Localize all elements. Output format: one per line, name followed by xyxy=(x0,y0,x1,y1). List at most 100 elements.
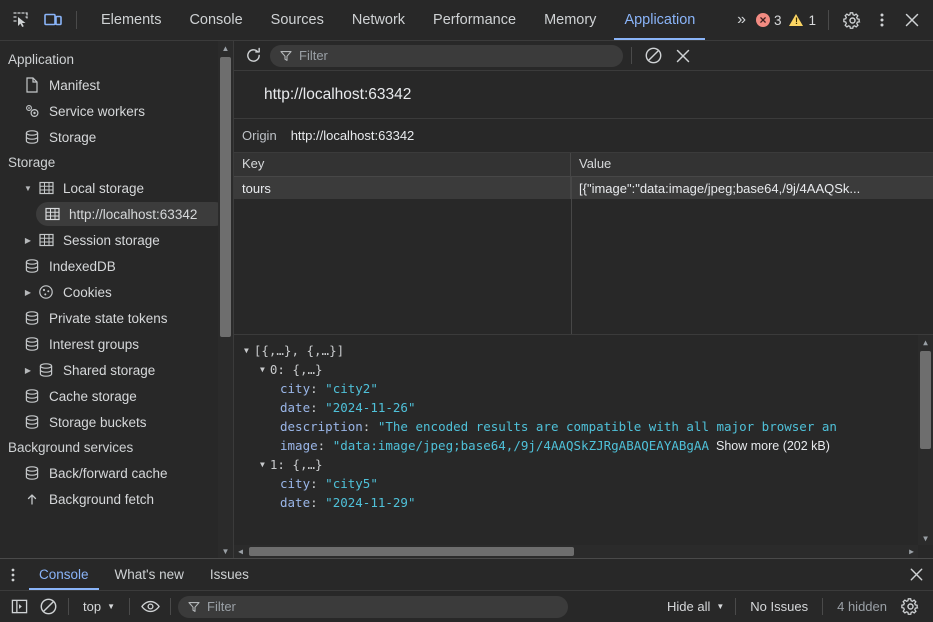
toolbar-left-icons xyxy=(0,0,87,40)
toggle-device-toolbar-button[interactable] xyxy=(38,6,68,34)
sidebar-item-label: Cache storage xyxy=(49,388,137,404)
sidebar-scrollbar[interactable]: ▲ ▼ xyxy=(218,41,233,558)
log-levels-selector[interactable]: Hide all ▼ xyxy=(660,597,731,616)
console-settings-button[interactable] xyxy=(897,595,923,619)
chevron-right-icon[interactable]: ▶ xyxy=(22,234,34,246)
json-property-date[interactable]: date : "2024-11-26" xyxy=(234,398,933,417)
table-row[interactable]: tours [{"image":"data:image/jpeg;base64,… xyxy=(234,177,933,199)
sidebar-item-indexeddb[interactable]: IndexedDB xyxy=(0,253,233,279)
live-expression-button[interactable] xyxy=(137,595,163,619)
error-count-badge[interactable]: × 3 xyxy=(752,13,786,28)
sidebar-item-local-storage[interactable]: ▼ Local storage xyxy=(0,175,233,201)
chevron-down-icon[interactable]: ▼ xyxy=(244,346,249,355)
warning-count-badge[interactable]: 1 xyxy=(785,13,820,28)
json-property-date-2[interactable]: date : "2024-11-29" xyxy=(234,493,933,512)
scroll-up-arrow-icon[interactable]: ▲ xyxy=(218,41,233,55)
inspect-element-button[interactable] xyxy=(6,6,36,34)
drawer-close-button[interactable] xyxy=(899,559,933,590)
json-property-value: "2024-11-29" xyxy=(325,495,416,510)
more-tabs-button[interactable]: » xyxy=(729,11,752,29)
sidebar-item-label: Background fetch xyxy=(49,491,155,507)
column-header-value[interactable]: Value xyxy=(571,153,933,176)
preview-hscrollbar-thumb[interactable] xyxy=(249,547,574,556)
customize-devtools-button[interactable] xyxy=(867,6,897,34)
tab-application[interactable]: Application xyxy=(610,0,709,40)
scroll-left-arrow-icon[interactable]: ◀ xyxy=(234,545,247,558)
js-context-selector[interactable]: top ▼ xyxy=(76,597,122,616)
sidebar-item-session-storage[interactable]: ▶ Session storage xyxy=(0,227,233,253)
chevron-down-icon[interactable]: ▼ xyxy=(260,460,265,469)
sidebar-section-application: Application xyxy=(8,52,75,67)
chevron-right-icon[interactable]: ▶ xyxy=(22,286,34,298)
kebab-menu-icon xyxy=(880,13,884,27)
drawer-tab-whats-new-label: What's new xyxy=(114,567,184,582)
console-toolbar: top ▼ Filter Hide all ▼ No Issues 4 hidd… xyxy=(0,591,933,622)
json-colon: : xyxy=(277,362,293,377)
drawer-tab-console[interactable]: Console xyxy=(26,559,102,590)
sidebar-item-storage[interactable]: Storage xyxy=(0,124,233,150)
sidebar-item-service-workers[interactable]: Service workers xyxy=(0,98,233,124)
storage-filter-input[interactable]: Filter xyxy=(270,44,623,67)
preview-vertical-scrollbar[interactable]: ▲ ▼ xyxy=(918,335,933,545)
drawer-tab-issues[interactable]: Issues xyxy=(197,559,262,590)
tab-elements[interactable]: Elements xyxy=(87,0,175,40)
clear-storage-button[interactable] xyxy=(640,44,666,68)
toolbar-right-section: » × 3 1 xyxy=(729,0,933,40)
show-more-button[interactable]: Show more (202 kB) xyxy=(716,439,830,453)
sidebar-item-label: Shared storage xyxy=(63,362,156,378)
hidden-messages-count[interactable]: 4 hidden xyxy=(827,599,897,614)
toolbar-divider xyxy=(129,598,130,615)
issues-status-link[interactable]: No Issues xyxy=(740,599,818,614)
toolbar-divider xyxy=(76,11,77,29)
preview-horizontal-scrollbar[interactable]: ◀ ▶ xyxy=(234,545,918,558)
drawer-menu-button[interactable] xyxy=(0,559,26,590)
column-header-key[interactable]: Key xyxy=(234,153,571,176)
json-property-city[interactable]: city : "city2" xyxy=(234,379,933,398)
chevron-right-icon[interactable]: ▶ xyxy=(22,364,34,376)
close-devtools-button[interactable] xyxy=(897,6,927,34)
tab-performance[interactable]: Performance xyxy=(419,0,530,40)
settings-button[interactable] xyxy=(837,6,867,34)
devtools-panel-tabs: Elements Console Sources Network Perform… xyxy=(87,0,709,40)
scroll-down-arrow-icon[interactable]: ▼ xyxy=(218,544,233,558)
sidebar-item-background-fetch[interactable]: Background fetch xyxy=(0,486,233,512)
toggle-console-sidebar-button[interactable] xyxy=(6,595,32,619)
tab-sources[interactable]: Sources xyxy=(257,0,338,40)
drawer-tab-whats-new[interactable]: What's new xyxy=(102,559,197,590)
sidebar-item-cache-storage[interactable]: Cache storage xyxy=(0,383,233,409)
json-index-line-0[interactable]: ▼ 0 : {,…} xyxy=(234,360,933,379)
drawer-tab-issues-label: Issues xyxy=(209,567,249,582)
delete-selected-button[interactable] xyxy=(670,44,696,68)
sidebar-item-localhost-origin[interactable]: http://localhost:63342 xyxy=(0,201,233,227)
clear-console-button[interactable] xyxy=(35,595,61,619)
sidebar-item-cookies[interactable]: ▶ Cookies xyxy=(0,279,233,305)
database-icon xyxy=(22,128,42,146)
tab-memory[interactable]: Memory xyxy=(530,0,610,40)
toolbar-divider xyxy=(735,598,737,615)
table-icon xyxy=(36,179,56,197)
scroll-down-arrow-icon[interactable]: ▼ xyxy=(918,531,933,545)
tab-network[interactable]: Network xyxy=(338,0,419,40)
json-property-city-2[interactable]: city : "city5" xyxy=(234,474,933,493)
json-property-image[interactable]: image : "data:image/jpeg;base64,/9j/4AAQ… xyxy=(234,436,933,455)
sidebar-item-manifest[interactable]: Manifest xyxy=(0,72,233,98)
preview-vscrollbar-thumb[interactable] xyxy=(920,351,931,449)
json-root-line[interactable]: ▼ [{,…}, {,…}] xyxy=(234,341,933,360)
scroll-right-arrow-icon[interactable]: ▶ xyxy=(905,545,918,558)
console-filter-placeholder: Filter xyxy=(207,599,236,614)
sidebar-item-back-forward-cache[interactable]: Back/forward cache xyxy=(0,460,233,486)
sidebar-item-interest-groups[interactable]: Interest groups xyxy=(0,331,233,357)
sidebar-item-storage-buckets[interactable]: Storage buckets xyxy=(0,409,233,435)
sidebar-item-shared-storage[interactable]: ▶ Shared storage xyxy=(0,357,233,383)
chevron-down-icon[interactable]: ▼ xyxy=(22,182,34,194)
tab-console[interactable]: Console xyxy=(175,0,256,40)
sidebar-scrollbar-thumb[interactable] xyxy=(220,57,231,337)
json-property-description[interactable]: description : "The encoded results are c… xyxy=(234,417,933,436)
arrow-up-icon xyxy=(22,490,42,508)
sidebar-item-private-state-tokens[interactable]: Private state tokens xyxy=(0,305,233,331)
console-filter-input[interactable]: Filter xyxy=(178,595,568,618)
json-index-line-1[interactable]: ▼ 1 : {,…} xyxy=(234,455,933,474)
refresh-button[interactable] xyxy=(240,44,266,68)
scroll-up-arrow-icon[interactable]: ▲ xyxy=(918,335,933,349)
chevron-down-icon[interactable]: ▼ xyxy=(260,365,265,374)
